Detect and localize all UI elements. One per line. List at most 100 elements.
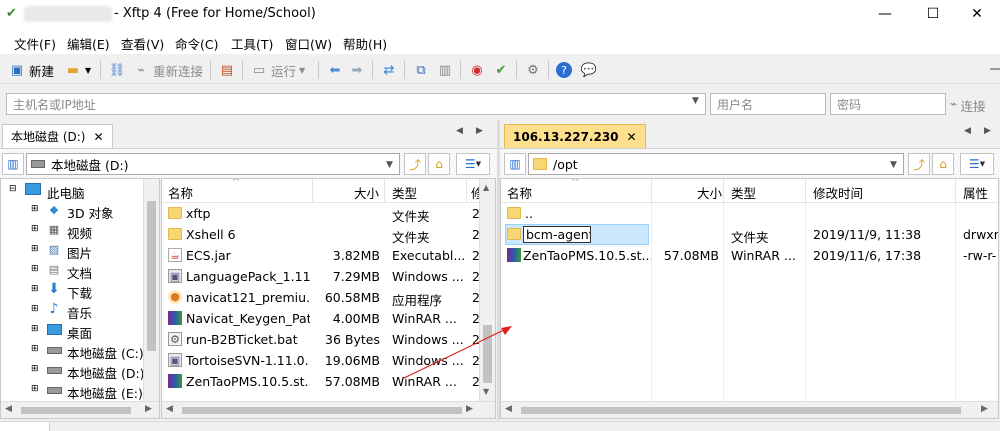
tree-item-documents[interactable]: ⊞ ▤ 文档 [5,261,155,281]
tree-item-pc[interactable]: ⊟ 此电脑 [5,181,155,201]
toggle-tree-button[interactable]: ▥ [504,153,526,175]
tab-prev-icon[interactable]: ◀ [964,126,971,136]
remote-hscroll-thumb[interactable] [521,407,961,414]
open-folder-button[interactable]: ▬ ▼ [64,59,91,81]
menu-file[interactable]: 文件(F) [14,34,56,53]
parent-folder-button[interactable]: ⤴ [908,153,930,175]
connect-button[interactable]: ⌁ 连接 [950,96,986,115]
remote-horizontal-scrollbar[interactable]: ◀ ▶ [501,401,998,418]
run-button[interactable]: ▭ 运行 ▼ [250,59,305,81]
menu-view[interactable]: 查看(V) [121,34,164,53]
collapse-icon[interactable]: ⊟ [9,184,17,194]
column-divider[interactable] [312,179,313,203]
tree-item-drive-e[interactable]: ⊞ 本地磁盘 (E:) [5,381,155,401]
column-size[interactable]: 大小 [354,183,379,202]
table-row[interactable]: ZenTaoPMS.10.5.st... 57.08MB WinRAR ... … [501,245,998,266]
column-size[interactable]: 大小 [697,183,722,202]
local-hscroll-thumb[interactable] [182,407,462,414]
expand-icon[interactable]: ⊞ [31,324,39,334]
close-icon[interactable]: ✕ [93,130,103,144]
settings-button[interactable]: ⚙ [524,59,542,81]
expand-icon[interactable]: ⊞ [31,344,39,354]
tree-vertical-scrollbar[interactable] [143,179,159,401]
minimize-button[interactable]: — [862,0,908,28]
new-button[interactable]: ▣ 新建 [8,59,54,81]
column-name[interactable]: 名称 [507,183,532,202]
toolbar-overflow[interactable] [990,68,1000,70]
expand-icon[interactable]: ⊞ [31,204,39,214]
menu-command[interactable]: 命令(C) [175,34,218,53]
path-dropdown-arrow-icon[interactable]: ▼ [890,160,897,170]
view-mode-button[interactable]: ☰ ▼ [456,153,490,175]
remote-path-input[interactable]: /opt [528,153,904,175]
expand-icon[interactable]: ⊞ [31,264,39,274]
scroll-left-icon[interactable]: ◀ [166,404,173,414]
forward-button[interactable]: ➡ [348,59,366,81]
table-row[interactable]: bcm-agent 文件夹 2019/11/9, 11:38 drwxr- [501,224,998,245]
refresh-button[interactable]: ⇄ [380,59,398,81]
paste-button[interactable]: ▥ [436,59,454,81]
column-type[interactable]: 类型 [392,183,417,202]
expand-icon[interactable]: ⊞ [31,244,39,254]
expand-icon[interactable]: ⊞ [31,304,39,314]
xftp-button[interactable]: ✔ [492,59,510,81]
scroll-right-icon[interactable]: ▶ [466,404,473,414]
scroll-right-icon[interactable]: ▶ [145,404,152,414]
menu-edit[interactable]: 编辑(E) [67,34,110,53]
local-horizontal-scrollbar[interactable]: ◀ ▶ [162,401,495,418]
column-divider[interactable] [955,179,956,203]
column-modified[interactable]: 修改时间 [813,183,863,202]
table-row[interactable]: ● navicat121_premiu... 60.58MB 应用程序 2 [162,287,480,308]
menu-window[interactable]: 窗口(W) [285,34,332,53]
chat-button[interactable]: 💬 [580,59,598,81]
table-row[interactable]: ☕ ECS.jar 3.82MB Executabl... 2 [162,245,480,266]
host-dropdown-arrow-icon[interactable]: ▼ [692,96,699,106]
connect-link-button[interactable]: ⛓ [108,59,126,81]
tree-item-video[interactable]: ⊞ ▦ 视频 [5,221,155,241]
tree-item-downloads[interactable]: ⊞ ⬇ 下载 [5,281,155,301]
close-button[interactable]: ✕ [954,0,1000,28]
left-path-input[interactable]: 本地磁盘 (D:) [26,153,400,175]
tree-item-drive-d[interactable]: ⊞ 本地磁盘 (D:) [5,361,155,381]
table-row[interactable]: ▣ LanguagePack_1.11.... 7.29MB Windows .… [162,266,480,287]
host-input[interactable]: 主机名或IP地址 [6,93,706,115]
view-mode-button[interactable]: ☰ ▼ [960,153,994,175]
column-divider[interactable] [384,179,385,203]
username-input[interactable]: 用户名 [710,93,826,115]
column-divider[interactable] [805,179,806,203]
tree-scroll-thumb[interactable] [147,201,156,351]
tab-next-icon[interactable]: ▶ [984,126,991,136]
maximize-button[interactable]: ☐ [910,0,956,28]
scroll-up-icon[interactable]: ▲ [483,183,489,192]
home-folder-button[interactable]: ⌂ [932,153,954,175]
reconnect-button[interactable]: ⌁ 重新连接 [132,59,203,81]
tree-item-drive-c[interactable]: ⊞ 本地磁盘 (C:) [5,341,155,361]
scroll-right-icon[interactable]: ▶ [981,404,988,414]
column-divider[interactable] [466,179,467,203]
table-row[interactable]: Xshell 6 文件夹 2 [162,224,480,245]
tab-next-icon[interactable]: ▶ [476,126,483,136]
table-row[interactable]: .. [501,203,998,224]
tree-hscroll-thumb[interactable] [21,407,131,414]
menu-help[interactable]: 帮助(H) [343,34,387,53]
scroll-left-icon[interactable]: ◀ [5,404,12,414]
properties-button[interactable]: ▤ [218,59,236,81]
help-button[interactable]: ? [556,59,572,81]
tree-item-desktop[interactable]: ⊞ 桌面 [5,321,155,341]
remote-tab[interactable]: 106.13.227.230 ✕ [504,124,646,148]
column-divider[interactable] [651,179,652,203]
expand-icon[interactable]: ⊞ [31,384,39,394]
home-folder-button[interactable]: ⌂ [428,153,450,175]
scroll-left-icon[interactable]: ◀ [505,404,512,414]
column-type[interactable]: 类型 [731,183,756,202]
expand-icon[interactable]: ⊞ [31,364,39,374]
password-input[interactable]: 密码 [830,93,946,115]
table-row[interactable]: xftp 文件夹 2 [162,203,480,224]
tree-horizontal-scrollbar[interactable]: ◀ ▶ [1,401,159,418]
column-name[interactable]: 名称 [168,183,193,202]
tree-item-music[interactable]: ⊞ ♪ 音乐 [5,301,155,321]
tree-item-pictures[interactable]: ⊞ ▨ 图片 [5,241,155,261]
path-dropdown-arrow-icon[interactable]: ▼ [386,160,393,170]
menu-tools[interactable]: 工具(T) [231,34,273,53]
expand-icon[interactable]: ⊞ [31,284,39,294]
